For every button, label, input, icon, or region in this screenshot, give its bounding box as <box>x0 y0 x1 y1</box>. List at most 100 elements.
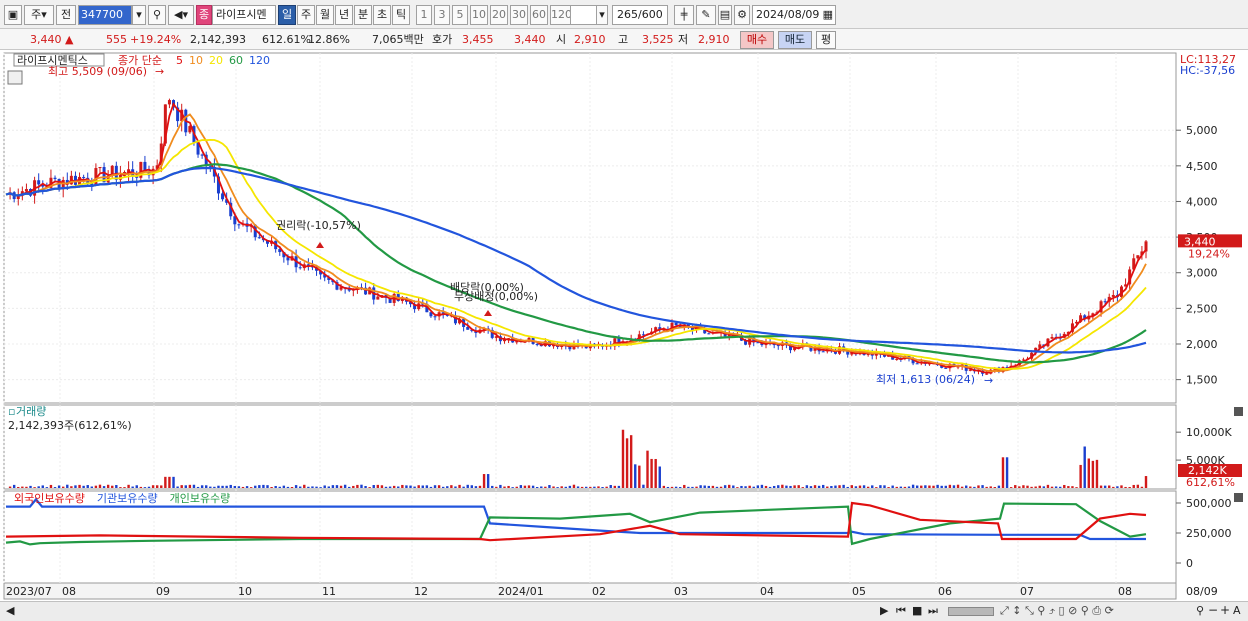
volume-bar <box>29 485 32 488</box>
interval-button[interactable]: 120 <box>550 5 572 25</box>
volume-bar <box>1140 486 1144 488</box>
volume-bar <box>229 484 232 488</box>
volume-bar <box>200 485 204 488</box>
volume-bar <box>920 485 923 488</box>
period-button[interactable]: 틱 <box>392 5 410 25</box>
draw-icon[interactable]: ✎ <box>696 5 716 25</box>
mode-button[interactable]: 전 <box>56 5 76 25</box>
candle-icon[interactable]: ╪ <box>674 5 694 25</box>
code-dropdown-icon[interactable]: ▾ <box>132 5 146 25</box>
last-page-icon[interactable]: ⏭ <box>928 604 938 618</box>
first-page-icon[interactable]: ⏮ <box>896 604 906 618</box>
volume-bar <box>495 486 498 488</box>
sell-button[interactable]: 매도 <box>778 31 812 49</box>
volume-bar <box>143 487 147 488</box>
zoom-out-icon[interactable]: ⚲ <box>1196 604 1204 617</box>
volume-bar <box>572 484 576 488</box>
volume-bar <box>993 486 997 488</box>
scroll-right-icon[interactable]: ▶ <box>880 604 888 617</box>
period-button[interactable]: 월 <box>316 5 334 25</box>
volume-bar <box>1063 484 1066 488</box>
x-tick-label: 2024/01 <box>498 585 544 598</box>
volume-bar <box>405 485 408 488</box>
volume-bar <box>903 486 907 488</box>
date-field[interactable]: 2024/08/09 ▦ <box>752 5 836 25</box>
font-size-icon[interactable]: A <box>1233 604 1241 617</box>
x-tick-label: 2023/07 <box>6 585 52 598</box>
volume-bar <box>552 486 555 488</box>
interval-button[interactable]: 5 <box>452 5 468 25</box>
volume-bar <box>817 485 821 488</box>
volume-bar <box>172 476 175 488</box>
scroll-bar[interactable]: ◀ ▶ ⏮ ■ ⏭ ⤢ ↕ ⤡ ⚲ ⤴ ▯ ⊘ ⚲ ⎙ ⟳ ⚲ − + A <box>0 601 1248 621</box>
stock-chart[interactable]: 5,0004,5004,0003,5003,0002,5002,0001,500… <box>0 51 1248 601</box>
stock-code-input[interactable]: 347700 <box>78 5 132 25</box>
scroll-left-icon[interactable]: ◀ <box>6 604 14 617</box>
search-icon[interactable]: ⚲ <box>148 5 166 25</box>
minus-icon[interactable]: − <box>1208 603 1218 617</box>
period-button[interactable]: 년 <box>335 5 353 25</box>
volume-bar <box>53 487 57 488</box>
holding-legend-item: 기관보유수량 <box>97 492 158 505</box>
volume-bar <box>155 485 159 488</box>
turnover-pct: 12.86% <box>308 33 350 46</box>
period-button[interactable]: 초 <box>373 5 391 25</box>
volume-bar <box>135 485 138 488</box>
gear-icon[interactable]: ⚙ <box>734 5 750 25</box>
count-field[interactable]: 265/600 <box>612 5 668 25</box>
plus-icon[interactable]: + <box>1220 603 1230 617</box>
open-label: 시 <box>556 33 567 46</box>
interval-button[interactable]: 60 <box>530 5 548 25</box>
window-icon[interactable]: ▣ <box>4 5 22 25</box>
volume-panel-close-icon[interactable] <box>1234 407 1243 416</box>
save-icon[interactable]: ▤ <box>718 5 732 25</box>
stop-icon[interactable]: ■ <box>912 604 922 617</box>
price-tick-label: 1,500 <box>1186 374 1218 387</box>
volume-bar <box>466 484 469 488</box>
volume-bar <box>703 485 706 488</box>
volume-bar <box>699 485 702 488</box>
open-price: 2,910 <box>574 33 606 46</box>
interval-dropdown-icon[interactable]: ▾ <box>596 5 608 25</box>
volume-bar <box>94 485 98 488</box>
buy-button[interactable]: 매수 <box>740 31 774 49</box>
stock-name-field[interactable]: 라이프시멘 <box>212 5 276 25</box>
volume-bar <box>915 485 919 488</box>
volume-bar <box>62 486 65 488</box>
volume-bar <box>286 486 290 488</box>
volume-bar <box>1005 457 1009 488</box>
holding-panel-close-icon[interactable] <box>1234 493 1243 502</box>
period-button[interactable]: 분 <box>354 5 372 25</box>
interval-button[interactable]: 3 <box>434 5 450 25</box>
volume-bar <box>184 485 187 488</box>
calendar-icon[interactable]: ▦ <box>823 6 833 24</box>
speaker-icon[interactable]: ◀▾ <box>168 5 194 25</box>
volume-bar <box>560 486 563 488</box>
volume-bar <box>33 487 36 488</box>
toolset-icons[interactable]: ⤢ ↕ ⤡ ⚲ ⤴ ▯ ⊘ ⚲ ⎙ ⟳ <box>1000 604 1114 618</box>
volume-bar <box>629 435 633 488</box>
volume-bar <box>482 474 486 488</box>
scroll-thumb[interactable] <box>948 607 994 616</box>
interval-button[interactable]: 30 <box>510 5 528 25</box>
interval-button[interactable]: 10 <box>470 5 488 25</box>
volume-bar <box>678 487 682 488</box>
interval-button[interactable]: 1 <box>416 5 432 25</box>
volume-bar <box>772 485 776 488</box>
volume-bar <box>515 486 518 488</box>
period-button[interactable]: 주 <box>297 5 315 25</box>
holding-legend-item: 개인보유수량 <box>170 492 231 505</box>
volume-bar <box>564 486 567 488</box>
interval-button[interactable]: 20 <box>490 5 508 25</box>
volume-last-pct: 612,61% <box>1186 476 1235 489</box>
volume-bar <box>858 485 862 488</box>
volume-bar <box>687 486 690 488</box>
eval-button[interactable]: 평 <box>816 31 836 49</box>
price-tick-label: 3,000 <box>1186 267 1218 280</box>
volume-bar <box>662 485 666 488</box>
period-button[interactable]: 일 <box>278 5 296 25</box>
volume-bar <box>147 486 151 488</box>
period-select[interactable]: 주▾ <box>24 5 54 25</box>
volume-bar <box>486 474 490 488</box>
table-icon[interactable] <box>7 70 23 85</box>
